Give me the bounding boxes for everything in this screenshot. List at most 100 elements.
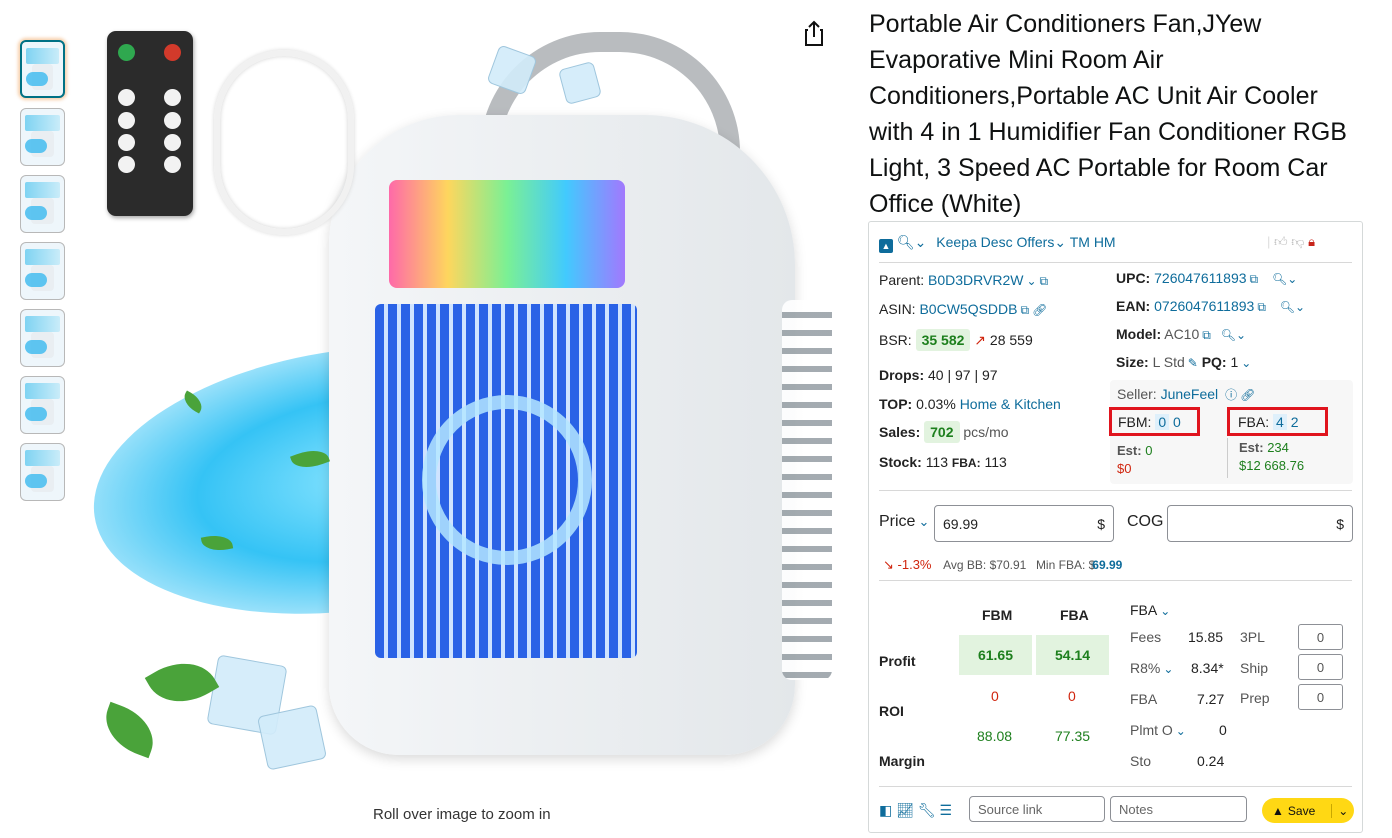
price-label[interactable]: Price ⌄ bbox=[879, 513, 929, 531]
sidebar-icon[interactable]: ◧ bbox=[879, 802, 892, 818]
thumbs-down-icon[interactable]: 👎︎ bbox=[1291, 234, 1304, 249]
row-profit: Profit bbox=[879, 653, 916, 669]
fba-offers: FBA: 4 2 bbox=[1238, 414, 1299, 430]
size-row: Size: L Std ✎ PQ: 1 ⌄ bbox=[1116, 354, 1252, 370]
sales-row: Sales: 702 pcs/mo bbox=[879, 421, 1009, 443]
input-3pl[interactable]: 0 bbox=[1298, 624, 1343, 650]
search-icon[interactable]: 🔍︎⌄ bbox=[897, 234, 927, 250]
zoom-hint: Roll over image to zoom in bbox=[373, 806, 551, 823]
thumbnail-6[interactable] bbox=[20, 376, 65, 434]
parent-asin-link[interactable]: B0D3DRVR2W bbox=[928, 272, 1023, 288]
timer-1h-graphic bbox=[164, 89, 181, 106]
sales-value: 702 bbox=[924, 421, 960, 443]
info-icon[interactable]: ⓘ bbox=[1225, 386, 1237, 403]
seller-link[interactable]: JuneFeel bbox=[1161, 386, 1219, 402]
product-title: Portable Air Conditioners Fan,JYew Evapo… bbox=[869, 10, 1347, 218]
chart-icon[interactable]: 📈︎ bbox=[896, 802, 914, 818]
cog-input[interactable]: $ bbox=[1167, 505, 1353, 542]
search-icon[interactable]: 🔍︎⌄ bbox=[1221, 328, 1246, 342]
bsr-value: 35 582 bbox=[915, 329, 971, 351]
copy-icon[interactable]: ⧉ bbox=[1021, 303, 1030, 318]
tm-link[interactable]: TM bbox=[1070, 234, 1090, 250]
chevron-down-icon[interactable]: ⌄ bbox=[1241, 356, 1251, 370]
price-input[interactable]: 69.99 $ bbox=[934, 505, 1114, 542]
search-icon[interactable]: 🔍︎⌄ bbox=[1280, 300, 1305, 314]
main-product-image[interactable] bbox=[92, 20, 842, 776]
chevron-down-icon[interactable]: ⌄ bbox=[1054, 234, 1066, 250]
keepa-offers-link[interactable]: Keepa Desc Offers bbox=[936, 234, 1054, 250]
top-value: 0.03% bbox=[916, 396, 956, 412]
search-icon[interactable]: 🔍︎⌄ bbox=[1272, 272, 1297, 286]
wrench-icon[interactable]: 🔧︎ bbox=[918, 802, 936, 818]
thumbnail-7[interactable] bbox=[20, 443, 65, 501]
edit-icon[interactable]: ✎ bbox=[1188, 356, 1198, 370]
cog-label: COG bbox=[1127, 513, 1164, 530]
thumbnail-3[interactable] bbox=[20, 175, 65, 233]
thumbs-up-icon[interactable]: 👍︎ bbox=[1274, 234, 1288, 249]
collapse-icon[interactable]: ▲ bbox=[879, 239, 893, 253]
side-vent bbox=[782, 300, 832, 680]
remote-control bbox=[107, 31, 193, 216]
top-row: TOP: 0.03% Home & Kitchen bbox=[879, 396, 1061, 412]
timer-4h-graphic bbox=[164, 134, 181, 151]
off-button-graphic bbox=[164, 44, 181, 61]
fan-button-graphic bbox=[118, 112, 135, 129]
list-icon[interactable]: ☰ bbox=[939, 802, 952, 818]
input-prep[interactable]: 0 bbox=[1298, 684, 1343, 710]
keepa-logo-icon: ▲ bbox=[1272, 803, 1284, 818]
trend-down-icon: ↘ bbox=[883, 557, 894, 572]
asin-link[interactable]: B0CW5QSDDB bbox=[919, 301, 1017, 317]
footer-icons: ◧ 📈︎ 🔧︎ ☰ bbox=[879, 802, 952, 819]
extra-label-prep: Prep bbox=[1240, 690, 1270, 706]
fee-value-2: 7.27 bbox=[1197, 691, 1225, 707]
bsr-trend-value: 28 559 bbox=[989, 332, 1033, 348]
extra-label-3pl: 3PL bbox=[1240, 629, 1265, 645]
fbm-estimate-money: $0 bbox=[1117, 461, 1132, 476]
model-row: Model: AC10 ⧉ 🔍︎⌄ bbox=[1116, 326, 1247, 343]
copy-icon[interactable]: ⧉ bbox=[1202, 328, 1211, 343]
copy-icon[interactable]: ⧉ bbox=[1040, 274, 1049, 289]
row-roi: ROI bbox=[879, 703, 904, 719]
chevron-down-icon[interactable]: ⌄ bbox=[1331, 803, 1348, 818]
notes-input[interactable]: Notes bbox=[1110, 796, 1247, 822]
lock-icon[interactable]: 🔒︎ bbox=[1308, 234, 1315, 249]
swirl-graphic bbox=[422, 395, 592, 565]
upc-link[interactable]: 726047611893 bbox=[1154, 270, 1246, 286]
copy-icon[interactable]: ⧉ bbox=[1250, 272, 1259, 287]
trend-up-icon: ↗ bbox=[974, 332, 987, 348]
ean-link[interactable]: 0726047611893 bbox=[1154, 298, 1254, 314]
input-ship[interactable]: 0 bbox=[1298, 654, 1343, 680]
extra-label-ship: Ship bbox=[1240, 660, 1269, 676]
source-link-input[interactable]: Source link bbox=[969, 796, 1105, 822]
chevron-down-icon[interactable]: ⌄ bbox=[1026, 274, 1036, 288]
stock-row: Stock: 113 FBA: 113 bbox=[879, 454, 1007, 470]
thumbnail-5[interactable] bbox=[20, 309, 65, 367]
copy-icon[interactable]: ⧉ bbox=[1257, 300, 1266, 315]
share-icon[interactable] bbox=[800, 18, 828, 48]
save-button[interactable]: ▲ Save ⌄ bbox=[1262, 798, 1354, 823]
fee-value-3: 0 bbox=[1219, 722, 1227, 738]
profit-fba: 54.14 bbox=[1036, 635, 1109, 675]
thumbnail-2[interactable] bbox=[20, 108, 65, 166]
mint-leaf bbox=[144, 648, 220, 717]
category-link[interactable]: Home & Kitchen bbox=[960, 396, 1061, 412]
price-stats: ↘ -1.3% Avg BB: $70.91 Min FBA: $69.99 bbox=[883, 557, 1123, 572]
ean-row: EAN: 0726047611893 ⧉ 🔍︎⌄ bbox=[1116, 298, 1306, 315]
row-margin: Margin bbox=[879, 753, 925, 769]
thumbnail-1[interactable] bbox=[20, 40, 65, 98]
asin-row: ASIN: B0CW5QSDDB ⧉ 🔗︎ bbox=[879, 301, 1048, 318]
keepa-header: ▲ 🔍︎⌄ Keepa Desc Offers⌄ TM HM bbox=[879, 234, 1116, 253]
fee-label-3[interactable]: Plmt O ⌄ bbox=[1130, 722, 1186, 738]
thumbnail-4[interactable] bbox=[20, 242, 65, 300]
drops-row: Drops: 40 | 97 | 97 bbox=[879, 367, 998, 383]
link-icon[interactable]: 🔗︎ bbox=[1240, 388, 1255, 402]
roi-fba: 0 bbox=[1068, 688, 1076, 704]
bsr-row: BSR: 35 582 ↗ 28 559 bbox=[879, 329, 1033, 351]
fee-mode-select[interactable]: FBA ⌄ bbox=[1130, 602, 1170, 618]
fee-label-1[interactable]: R8% ⌄ bbox=[1130, 660, 1173, 676]
hm-link[interactable]: HM bbox=[1094, 234, 1116, 250]
rgb-light-panel bbox=[389, 180, 625, 288]
drops-value: 40 | 97 | 97 bbox=[928, 367, 998, 383]
link-icon[interactable]: 🔗︎ bbox=[1032, 303, 1047, 317]
col-fba: FBA bbox=[1060, 607, 1089, 623]
